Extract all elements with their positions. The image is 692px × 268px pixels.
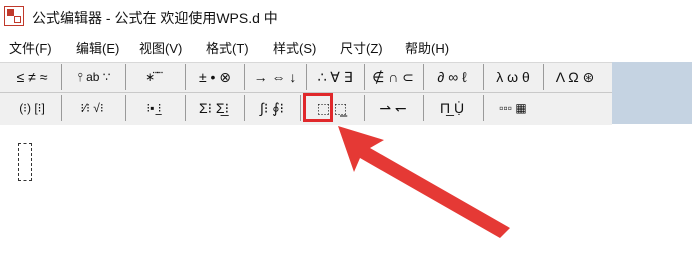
red-arrow-pointer-icon [338, 126, 510, 238]
